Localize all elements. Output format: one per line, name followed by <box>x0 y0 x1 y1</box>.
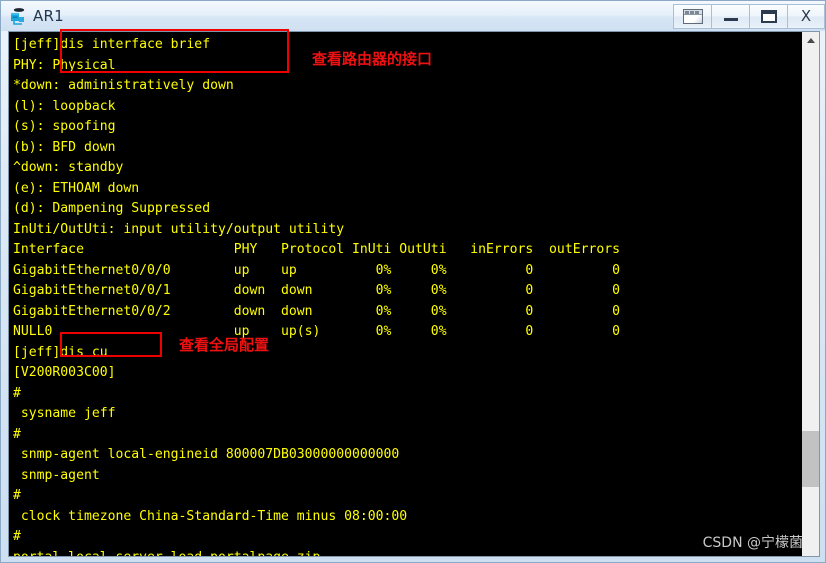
terminal-line: (b): BFD down <box>13 139 116 155</box>
terminal-output[interactable]: [jeff]dis interface brief PHY: Physical … <box>9 32 801 556</box>
terminal-line: [jeff]dis cu <box>13 344 108 360</box>
terminal-line: snmp-agent local-engineid 800007DB030000… <box>13 447 400 462</box>
terminal-line: # <box>13 426 21 442</box>
maximize-button[interactable] <box>749 3 787 29</box>
terminal-line: # <box>13 529 21 544</box>
ar1-terminal-window: AR1 X [jeff]dis interface brief PHY: Phy… <box>0 0 826 563</box>
restore-panel-button[interactable] <box>673 3 711 29</box>
terminal-line: ^down: standby <box>13 160 124 175</box>
terminal-line: clock timezone China-Standard-Time minus… <box>13 508 408 524</box>
terminal-line: # <box>13 488 21 503</box>
close-icon: X <box>800 6 812 25</box>
terminal-table-header: Interface PHY Protocol InUti OutUti inEr… <box>13 242 620 257</box>
annotation-label-config-command: 查看全局配置 <box>179 336 270 354</box>
terminal-line: snmp-agent <box>13 467 100 483</box>
close-button[interactable]: X <box>787 3 825 29</box>
terminal-table-row: NULL0 up up(s) 0% 0% 0 0 <box>13 324 620 339</box>
title-bar: AR1 X <box>1 1 825 31</box>
scroll-up-icon <box>806 38 815 43</box>
scroll-thumb[interactable] <box>802 431 819 487</box>
router-icon <box>8 6 28 26</box>
terminal-line: (s): spoofing <box>13 119 116 134</box>
terminal-scrollbar[interactable] <box>801 32 819 556</box>
scroll-up-button[interactable] <box>802 32 819 49</box>
window-controls: X <box>673 3 825 29</box>
terminal-line: sysname jeff <box>13 406 116 421</box>
csdn-watermark: CSDN @宁檬菌 <box>702 535 803 551</box>
terminal-line: # <box>13 385 21 401</box>
terminal-line: (d): Dampening Suppressed <box>13 201 211 216</box>
minimize-button[interactable] <box>711 3 749 29</box>
annotation-label-interface-command: 查看路由器的接口 <box>312 50 433 68</box>
panel-icon <box>682 8 703 24</box>
scroll-track[interactable] <box>802 49 819 556</box>
terminal-line: (e): ETHOAM down <box>13 180 140 196</box>
terminal-area: [jeff]dis interface brief PHY: Physical … <box>8 31 820 557</box>
terminal-line: [V200R003C00] <box>13 365 116 380</box>
terminal-line: InUti/OutUti: input utility/output utili… <box>13 221 345 237</box>
terminal-line: portal local-server load portalpage.zip <box>13 548 801 557</box>
maximize-icon <box>760 9 777 23</box>
terminal-table-row: GigabitEthernet0/0/0 up up 0% 0% 0 0 <box>13 262 620 278</box>
terminal-table-row: GigabitEthernet0/0/2 down down 0% 0% 0 0 <box>13 303 620 319</box>
minimize-icon <box>723 18 738 21</box>
window-title: AR1 <box>33 6 64 25</box>
terminal-line: *down: administratively down <box>13 78 234 93</box>
terminal-table-row: GigabitEthernet0/0/1 down down 0% 0% 0 0 <box>13 283 620 298</box>
terminal-line: (l): loopback <box>13 98 116 114</box>
